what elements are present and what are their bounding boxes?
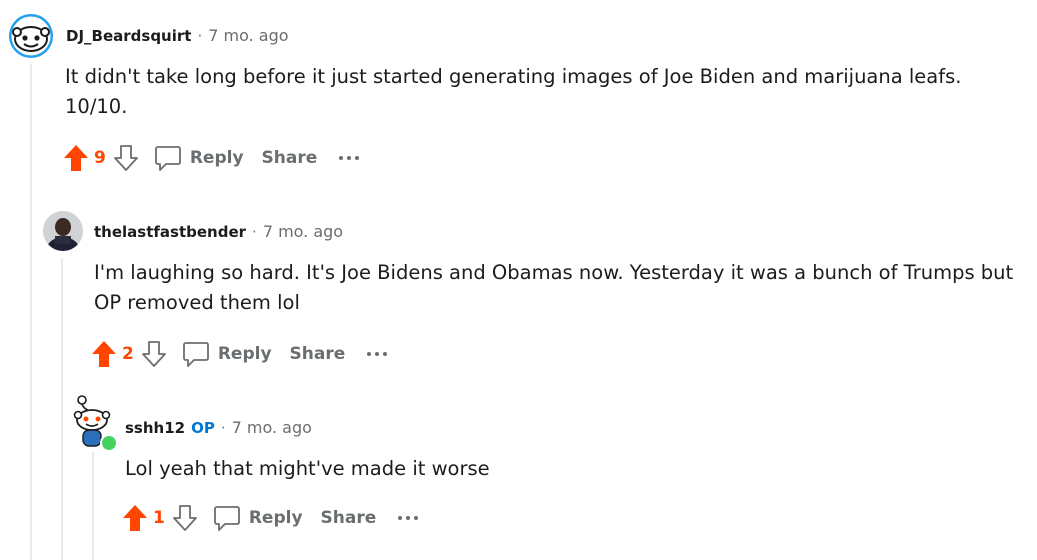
comment-bubble-icon <box>213 506 240 531</box>
share-button[interactable]: Share <box>321 508 377 528</box>
upvote-button[interactable] <box>90 339 118 369</box>
comment-body: Lol yeah that might've made it worse <box>125 454 1025 484</box>
comment-bubble-icon <box>182 342 209 367</box>
upvote-arrow-icon <box>64 145 88 171</box>
comment-body-line-2: 10/10. <box>65 95 128 118</box>
op-badge: OP <box>191 418 215 437</box>
thread-line-level-2[interactable] <box>61 258 63 560</box>
meta-separator: · <box>252 222 257 241</box>
comment-actions: 2 Reply Share <box>90 339 388 369</box>
upvote-arrow-icon <box>123 505 147 531</box>
thread-line-level-3[interactable] <box>92 452 94 560</box>
meta-separator: · <box>197 26 203 45</box>
reply-button[interactable]: Reply <box>154 144 244 172</box>
vote-score: 1 <box>153 508 165 528</box>
downvote-button[interactable] <box>112 143 140 173</box>
downvote-arrow-icon <box>141 341 166 367</box>
comment-body-line-1: It didn't take long before it just start… <box>65 65 962 88</box>
reply-label: Reply <box>217 344 272 364</box>
comment-body-line-2: OP removed them lol <box>94 291 300 314</box>
comment-meta: thelastfastbender · 7 mo. ago <box>94 222 343 241</box>
share-button[interactable]: Share <box>290 344 346 364</box>
author-name[interactable]: sshh12 <box>125 419 185 437</box>
vote-score: 9 <box>94 148 106 168</box>
upvote-button[interactable] <box>62 143 90 173</box>
avatar[interactable] <box>43 211 83 251</box>
comment-body: It didn't take long before it just start… <box>65 62 1025 122</box>
avatar[interactable] <box>9 14 53 58</box>
comment-body-line-1: Lol yeah that might've made it worse <box>125 457 490 480</box>
timestamp[interactable]: 7 mo. ago <box>232 418 312 437</box>
thread-line-level-1[interactable] <box>30 64 32 560</box>
user-photo-avatar-icon <box>43 211 83 251</box>
more-options-icon[interactable] <box>398 516 419 520</box>
online-status-icon <box>100 434 118 452</box>
comment-bubble-icon <box>154 146 181 171</box>
share-button[interactable]: Share <box>262 148 318 168</box>
comment-meta: DJ_Beardsquirt · 7 mo. ago <box>66 26 289 45</box>
reply-label: Reply <box>189 148 244 168</box>
upvote-arrow-icon <box>92 341 116 367</box>
downvote-arrow-icon <box>113 145 138 171</box>
comment-body: I'm laughing so hard. It's Joe Bidens an… <box>94 258 1034 318</box>
reply-button[interactable]: Reply <box>182 340 272 368</box>
upvote-button[interactable] <box>121 503 149 533</box>
vote-score: 2 <box>122 344 134 364</box>
comment-actions: 9 Reply Share <box>62 143 360 173</box>
reply-button[interactable]: Reply <box>213 504 303 532</box>
comment-body-line-1: I'm laughing so hard. It's Joe Bidens an… <box>94 261 1014 284</box>
downvote-button[interactable] <box>140 339 168 369</box>
downvote-arrow-icon <box>172 505 197 531</box>
timestamp[interactable]: 7 mo. ago <box>263 222 343 241</box>
timestamp[interactable]: 7 mo. ago <box>208 26 288 45</box>
more-options-icon[interactable] <box>339 156 360 160</box>
reply-label: Reply <box>248 508 303 528</box>
meta-separator: · <box>220 418 226 437</box>
comment-actions: 1 Reply Share <box>121 503 419 533</box>
author-name[interactable]: thelastfastbender <box>94 223 246 241</box>
reddit-snoo-avatar-icon <box>9 14 53 58</box>
more-options-icon[interactable] <box>367 352 388 356</box>
downvote-button[interactable] <box>171 503 199 533</box>
comment-meta: sshh12 OP · 7 mo. ago <box>125 418 312 437</box>
author-name[interactable]: DJ_Beardsquirt <box>66 27 191 45</box>
